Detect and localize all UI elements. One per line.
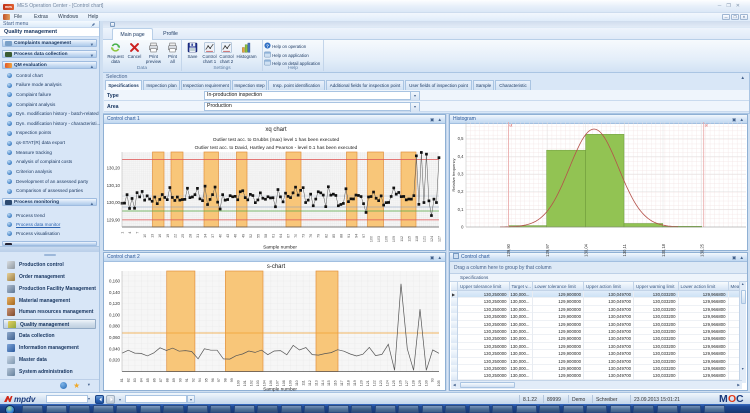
svg-text:mpdv: mpdv [14,395,36,404]
svg-text:M: M [719,393,728,404]
svg-text:C: C [736,393,744,404]
svg-text:?: ? [266,43,269,49]
svg-text:O: O [728,393,736,404]
